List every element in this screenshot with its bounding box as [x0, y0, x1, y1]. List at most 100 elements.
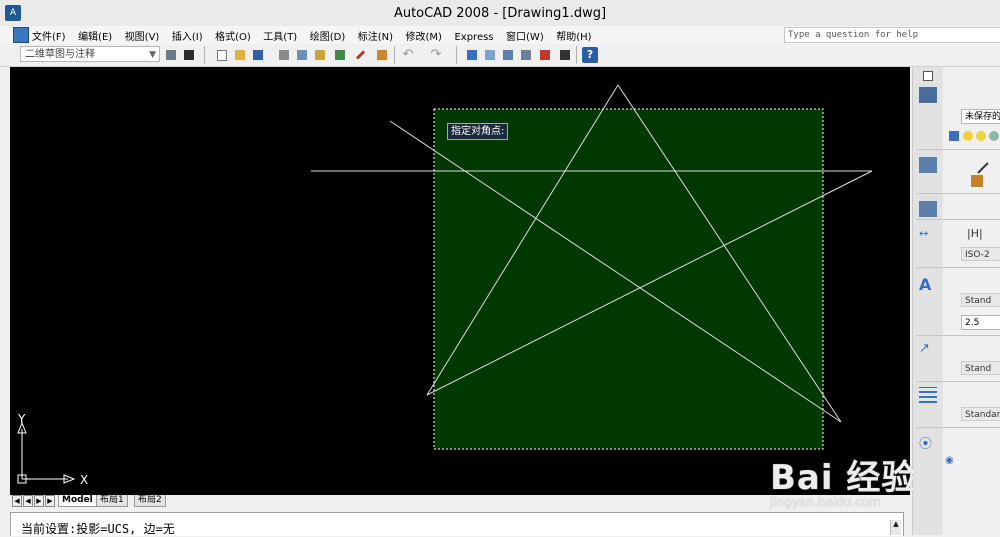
- baidu-watermark: Bai 经验 jingyan.baidu.com: [760, 430, 1000, 530]
- brush-icon: [377, 50, 387, 60]
- line-icon[interactable]: [967, 152, 989, 174]
- menu-draw[interactable]: 绘图(D): [310, 28, 346, 43]
- lightbulb-icon[interactable]: [963, 131, 973, 141]
- toolbar-separator: [456, 46, 457, 64]
- next-tab-button[interactable]: ▶: [34, 495, 44, 507]
- menu-modify[interactable]: 修改(M): [406, 28, 442, 43]
- design-center-icon: [540, 50, 550, 60]
- dashboard-minimize-button[interactable]: [923, 71, 933, 81]
- workspace-button[interactable]: [181, 47, 197, 63]
- redo-icon: ↷: [430, 47, 442, 62]
- zoom-previous-button[interactable]: [500, 47, 516, 63]
- dashboard-divider: [917, 381, 1000, 382]
- dashboard-divider: [917, 219, 1000, 220]
- menu-format[interactable]: 格式(O): [215, 28, 251, 43]
- menu-tools[interactable]: 工具(T): [263, 28, 297, 43]
- properties-icon: [521, 50, 531, 60]
- menu-view[interactable]: 视图(V): [125, 28, 160, 43]
- standard-toolbar: 二维草图与注释 ▼ ↶ ↷ ?: [0, 44, 1000, 67]
- watermark-url: jingyan.baidu.com: [770, 495, 881, 509]
- menu-express[interactable]: Express: [454, 32, 493, 43]
- printer-icon: [279, 50, 289, 60]
- layers-icon[interactable]: [919, 87, 937, 103]
- dashboard-divider: [917, 335, 1000, 336]
- help-button[interactable]: ?: [582, 47, 598, 63]
- menu-window[interactable]: 窗口(W): [506, 28, 544, 43]
- undo-button[interactable]: ↶: [400, 47, 416, 63]
- new-button[interactable]: [214, 47, 230, 63]
- match-properties-button[interactable]: [374, 47, 390, 63]
- first-tab-button[interactable]: ◀: [12, 495, 22, 507]
- calculator-button[interactable]: [557, 47, 573, 63]
- dashboard-divider: [917, 427, 1000, 428]
- zoom-button[interactable]: [482, 47, 498, 63]
- pan-icon: [467, 50, 477, 60]
- left-border: [0, 67, 10, 495]
- toolbar-separator: [204, 46, 205, 64]
- pan-button[interactable]: [464, 47, 480, 63]
- multileader-style-select[interactable]: Stand: [961, 361, 1000, 375]
- tab-layout2[interactable]: 布局2: [134, 495, 166, 507]
- prev-tab-button[interactable]: ◀: [23, 495, 33, 507]
- dashboard-divider: [917, 267, 1000, 268]
- linear-dimension-icon[interactable]: |H|: [967, 227, 985, 243]
- save-icon: [253, 50, 263, 60]
- zoom-previous-icon: [503, 50, 513, 60]
- tab-layout1[interactable]: 布局1: [96, 495, 128, 507]
- window-title: AutoCAD 2008 - [Drawing1.dwg]: [393, 6, 607, 21]
- menu-insert[interactable]: 插入(I): [172, 28, 203, 43]
- ucs-x-label: X: [80, 473, 89, 487]
- chevron-down-icon: ▼: [149, 50, 156, 60]
- dim-style-select[interactable]: ISO-2: [961, 247, 1000, 261]
- selection-window: [433, 108, 824, 450]
- layer-state-select[interactable]: 未保存的: [961, 109, 1000, 124]
- pencil-icon[interactable]: [971, 175, 983, 187]
- open-button[interactable]: [232, 47, 248, 63]
- draw-panel-icon[interactable]: [919, 157, 937, 173]
- watermark-brand: Bai 经验: [770, 458, 917, 498]
- 3d-dwf-button[interactable]: [332, 47, 348, 63]
- layer-manager-icon[interactable]: [949, 131, 959, 141]
- lock-icon[interactable]: [989, 131, 999, 141]
- zoom-icon: [485, 50, 495, 60]
- tab-model[interactable]: Model: [58, 495, 97, 507]
- menu-dimension[interactable]: 标注(N): [358, 28, 393, 43]
- dashboard-divider: [917, 193, 1000, 194]
- title-bar: A AutoCAD 2008 - [Drawing1.dwg]: [0, 0, 1000, 27]
- save-button[interactable]: [250, 47, 266, 63]
- globe-icon: [335, 50, 345, 60]
- menu-file[interactable]: 文件(F): [32, 28, 66, 43]
- workspace-value: 二维草图与注释: [25, 49, 95, 60]
- text-height-input[interactable]: 2.5: [961, 315, 1000, 330]
- text-style-icon[interactable]: A: [919, 275, 937, 294]
- help-search-input[interactable]: Type a question for help: [784, 27, 1000, 43]
- gear-icon: [166, 50, 176, 60]
- modify-panel-icon[interactable]: [919, 201, 937, 217]
- publish-button[interactable]: [312, 47, 328, 63]
- text-style-select[interactable]: Stand: [961, 293, 1000, 307]
- document-menu-icon[interactable]: [13, 27, 29, 43]
- properties-button[interactable]: [518, 47, 534, 63]
- undo-icon: ↶: [402, 47, 414, 62]
- plot-preview-button[interactable]: [294, 47, 310, 63]
- menu-edit[interactable]: 编辑(E): [78, 28, 112, 43]
- publish-icon: [315, 50, 325, 60]
- dimension-icon[interactable]: ↔: [919, 227, 937, 243]
- table-icon[interactable]: [919, 387, 937, 403]
- workspace-settings-button[interactable]: [163, 47, 179, 63]
- redo-button[interactable]: ↷: [428, 47, 444, 63]
- cut-icon: [355, 50, 366, 60]
- new-file-icon: [217, 50, 227, 61]
- last-tab-button[interactable]: ▶: [45, 495, 55, 507]
- toolbar-separator: [394, 46, 395, 64]
- menu-help[interactable]: 帮助(H): [556, 28, 591, 43]
- plot-button[interactable]: [276, 47, 292, 63]
- workspace-select[interactable]: 二维草图与注释 ▼: [20, 46, 160, 62]
- preview-icon: [297, 50, 307, 60]
- folder-icon: [235, 50, 245, 60]
- table-style-select[interactable]: Standar: [961, 407, 1000, 421]
- cut-button[interactable]: [355, 47, 372, 63]
- multileader-icon[interactable]: ↗: [919, 341, 937, 357]
- sun-icon[interactable]: [976, 131, 986, 141]
- design-center-button[interactable]: [537, 47, 553, 63]
